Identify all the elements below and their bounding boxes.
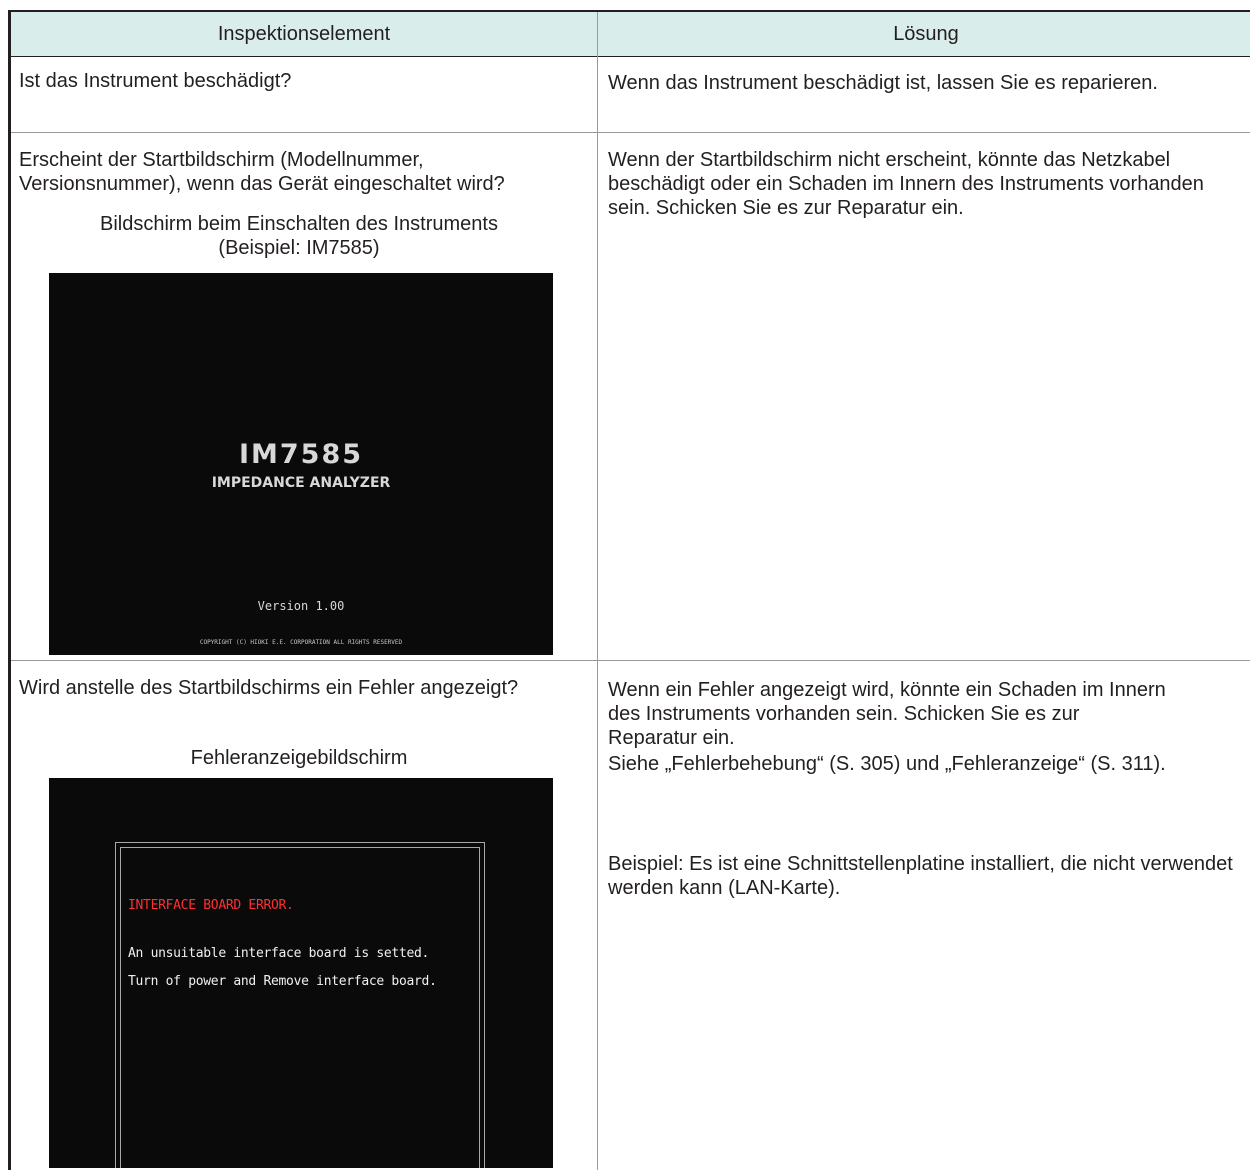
column-header-solution: Lösung (893, 23, 959, 45)
screen-product-name: IMPEDANCE ANALYZER (211, 475, 391, 491)
screen-model: IM7585 (238, 439, 364, 470)
error-message-line2: Turn of power and Remove interface board… (128, 974, 437, 989)
row-separator (11, 660, 1250, 661)
row3-example: Beispiel: Es ist eine Schnittstellenplat… (608, 853, 1233, 899)
row3-solution: Wenn ein Fehler angezeigt wird, könnte e… (608, 679, 1166, 749)
row3-caption: Fehleranzeigebildschirm (190, 747, 408, 769)
row3-item: Wird anstelle des Startbildschirms ein F… (19, 677, 519, 699)
row2-solution: Wenn der Startbildschirm nicht erscheint… (608, 149, 1204, 219)
error-message-line1: An unsuitable interface board is setted. (128, 946, 430, 961)
inspection-table: Inspektionselement Lösung Ist das Instru… (8, 10, 1250, 1170)
row-separator (11, 132, 1250, 133)
screen-version: Version 1.00 (257, 599, 345, 613)
screen-copyright: COPYRIGHT (C) HIOKI E.E. CORPORATION ALL… (199, 639, 403, 646)
error-screen-image: INTERFACE BOARD ERROR. An unsuitable int… (49, 778, 553, 1168)
row3-reference: Siehe „Fehlerbehebung“ (S. 305) und „Feh… (608, 753, 1166, 775)
startup-screen-image: IM7585 IMPEDANCE ANALYZER Version 1.00 C… (49, 273, 553, 655)
row2-caption: Bildschirm beim Einschalten des Instrume… (100, 213, 498, 259)
table-header: Inspektionselement Lösung (11, 12, 1250, 57)
column-divider (597, 12, 598, 1170)
error-title: INTERFACE BOARD ERROR. (128, 898, 294, 913)
row1-solution: Wenn das Instrument beschädigt ist, lass… (608, 72, 1158, 94)
column-header-item: Inspektionselement (217, 23, 391, 45)
row1-item: Ist das Instrument beschädigt? (19, 70, 292, 92)
error-dialog-frame: INTERFACE BOARD ERROR. An unsuitable int… (115, 842, 485, 1168)
row2-item: Erscheint der Startbildschirm (Modellnum… (19, 149, 505, 195)
